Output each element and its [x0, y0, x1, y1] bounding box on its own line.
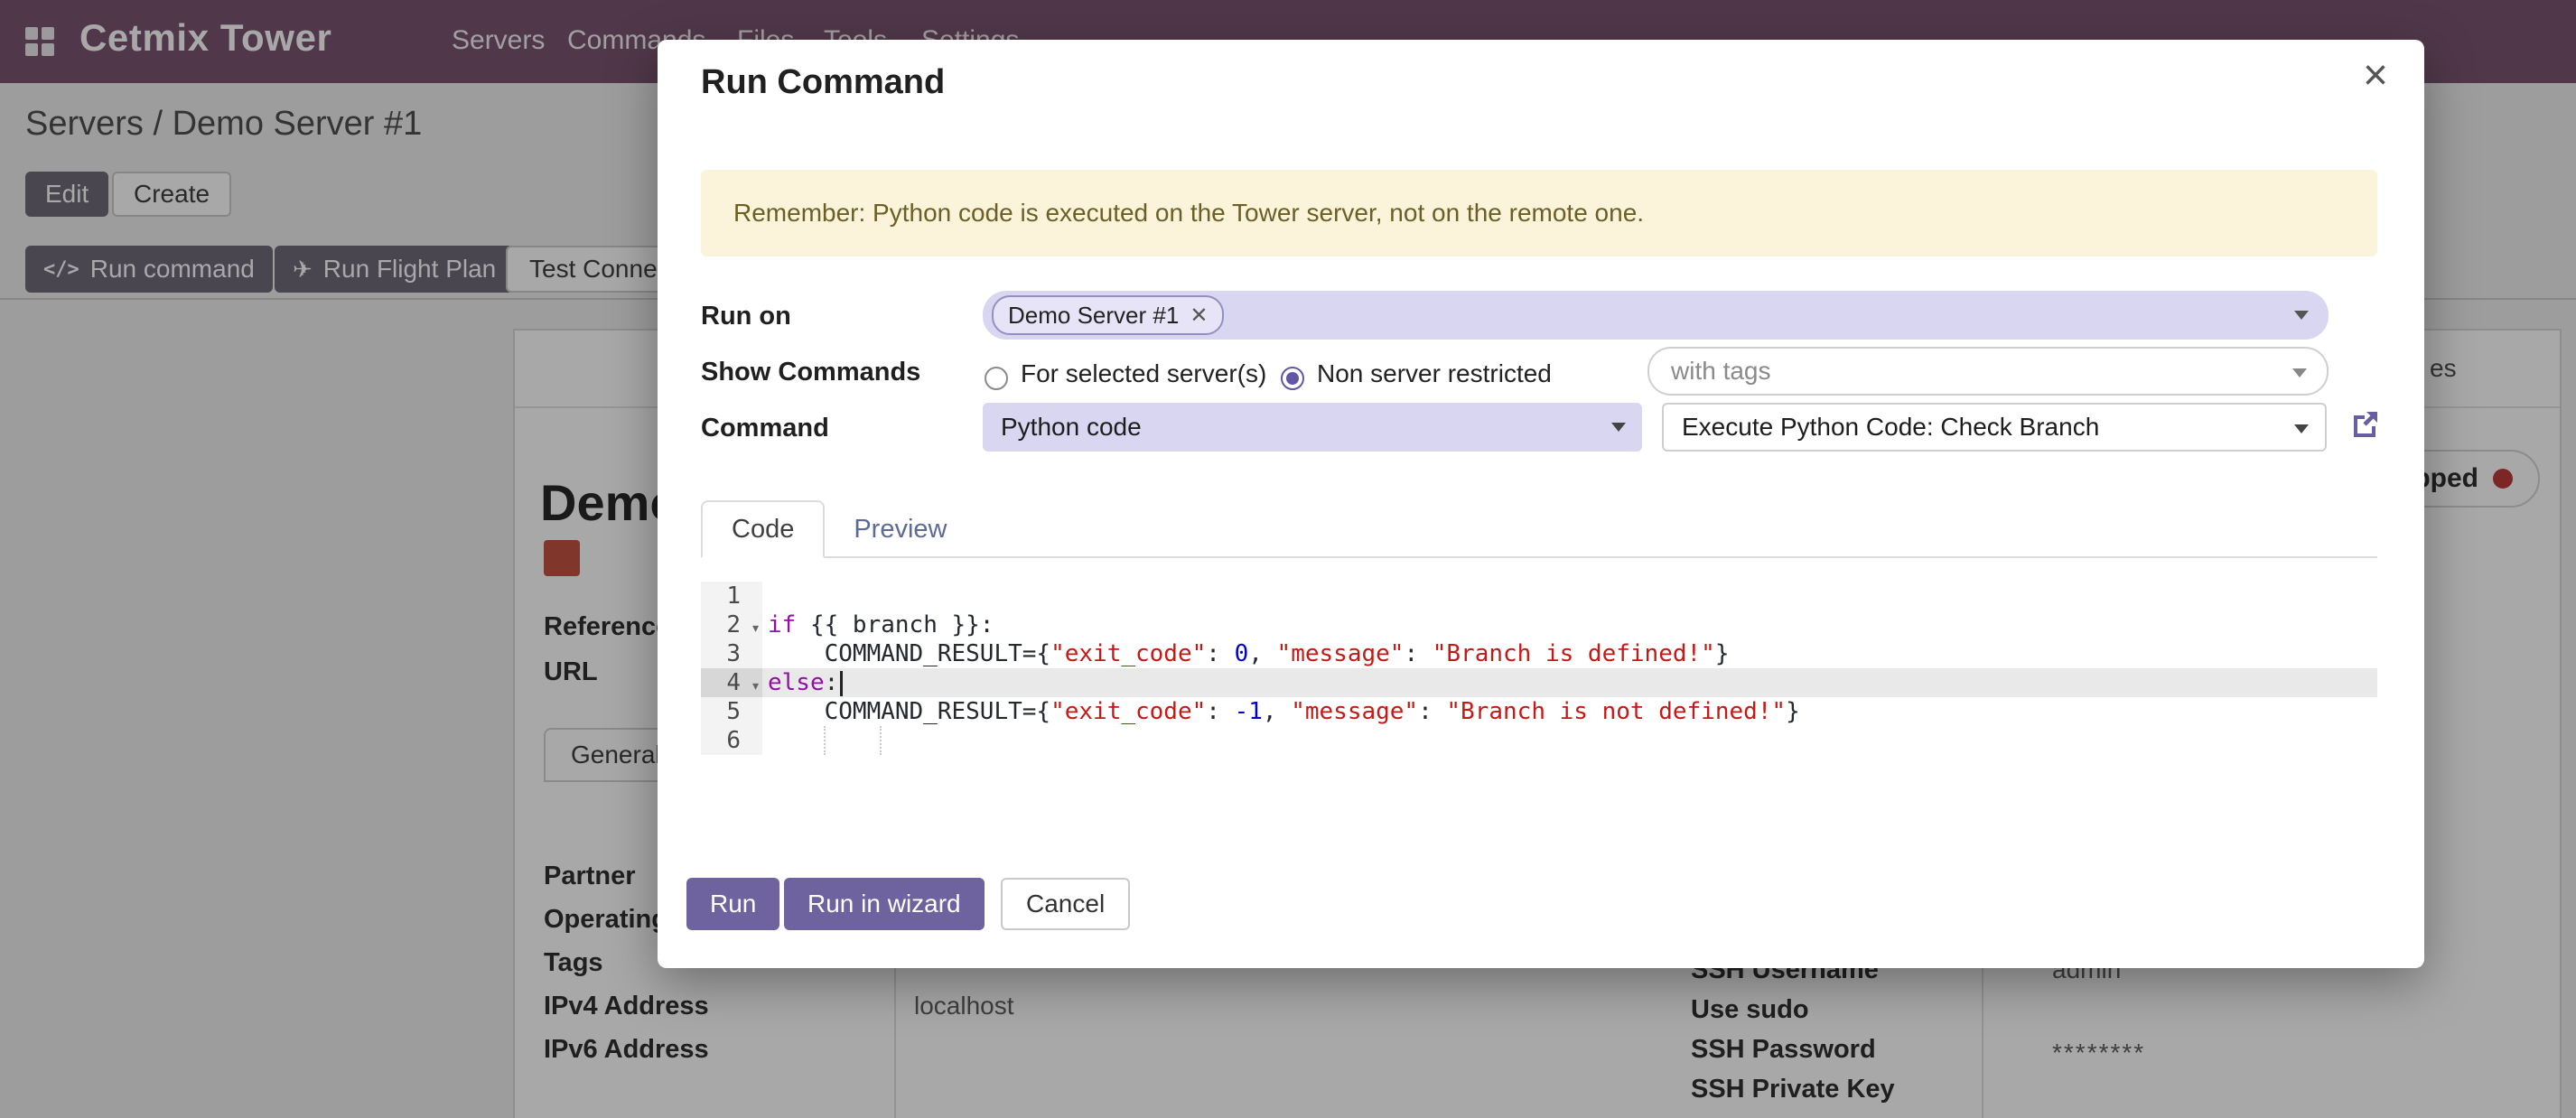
code-line-2[interactable]: 2▾if {{ branch }}:	[701, 610, 2377, 639]
run-button[interactable]: Run	[686, 878, 779, 930]
chevron-down-icon	[2294, 311, 2309, 320]
code-line-4[interactable]: 4▾else:	[701, 668, 2377, 697]
radio-non-restricted-label[interactable]: Non server restricted	[1317, 359, 1552, 388]
with-tags-placeholder: with tags	[1671, 357, 1771, 385]
python-warning-banner: Remember: Python code is executed on the…	[701, 170, 2377, 256]
server-tag-chip[interactable]: Demo Server #1 ✕	[992, 295, 1224, 335]
code-text	[762, 726, 2377, 755]
external-link-icon[interactable]	[2348, 408, 2381, 441]
line-number: 1	[701, 582, 762, 610]
code-line-6[interactable]: 6	[701, 726, 2377, 755]
run-command-dialog: Run Command × Remember: Python code is e…	[658, 40, 2424, 968]
remove-tag-icon[interactable]: ✕	[1190, 303, 1208, 329]
editor-tabs: Code Preview	[701, 500, 2377, 558]
code-text: if {{ branch }}:	[762, 610, 2377, 639]
line-number: 2▾	[701, 610, 762, 639]
with-tags-select[interactable]: with tags	[1647, 347, 2329, 396]
chevron-down-icon	[2294, 424, 2309, 433]
code-line-5[interactable]: 5 COMMAND_RESULT={"exit_code": -1, "mess…	[701, 697, 2377, 726]
server-tag-label: Demo Server #1	[1008, 302, 1179, 330]
code-line-3[interactable]: 3 COMMAND_RESULT={"exit_code": 0, "messa…	[701, 639, 2377, 668]
line-number: 6	[701, 726, 762, 755]
code-text	[762, 582, 2377, 610]
command-type-select[interactable]: Python code	[983, 403, 1642, 452]
screen: Cetmix Tower Servers Commands Files Tool…	[0, 0, 2576, 1118]
text-cursor	[840, 671, 843, 696]
chevron-down-icon	[1611, 423, 1626, 432]
line-number: 4▾	[701, 668, 762, 697]
close-icon[interactable]: ×	[2363, 51, 2388, 100]
line-number: 3	[701, 639, 762, 668]
command-value: Execute Python Code: Check Branch	[1682, 413, 2099, 441]
cancel-button[interactable]: Cancel	[1001, 878, 1130, 930]
radio-selected-servers[interactable]	[985, 367, 1008, 390]
tab-preview[interactable]: Preview	[825, 502, 975, 556]
code-text: COMMAND_RESULT={"exit_code": -1, "messag…	[762, 697, 2377, 726]
run-in-wizard-button[interactable]: Run in wizard	[784, 878, 985, 930]
code-line-1[interactable]: 1	[701, 582, 2377, 610]
indent-guide	[824, 726, 826, 755]
chevron-down-icon	[2292, 368, 2307, 377]
command-select[interactable]: Execute Python Code: Check Branch	[1662, 403, 2327, 452]
code-editor[interactable]: 12▾if {{ branch }}:3 COMMAND_RESULT={"ex…	[701, 582, 2377, 755]
run-on-field[interactable]: Demo Server #1 ✕	[983, 291, 2329, 340]
code-text: COMMAND_RESULT={"exit_code": 0, "message…	[762, 639, 2377, 668]
line-number: 5	[701, 697, 762, 726]
radio-selected-servers-label[interactable]: For selected server(s)	[1021, 359, 1266, 388]
label-run-on: Run on	[701, 302, 791, 331]
label-command: Command	[701, 414, 829, 443]
label-show-commands: Show Commands	[701, 358, 920, 387]
tab-code[interactable]: Code	[701, 500, 825, 558]
indent-guide	[880, 726, 882, 755]
code-text: else:	[762, 668, 2377, 697]
command-type-value: Python code	[1001, 413, 1142, 441]
radio-non-restricted[interactable]	[1281, 367, 1304, 390]
dialog-title: Run Command	[701, 63, 945, 102]
